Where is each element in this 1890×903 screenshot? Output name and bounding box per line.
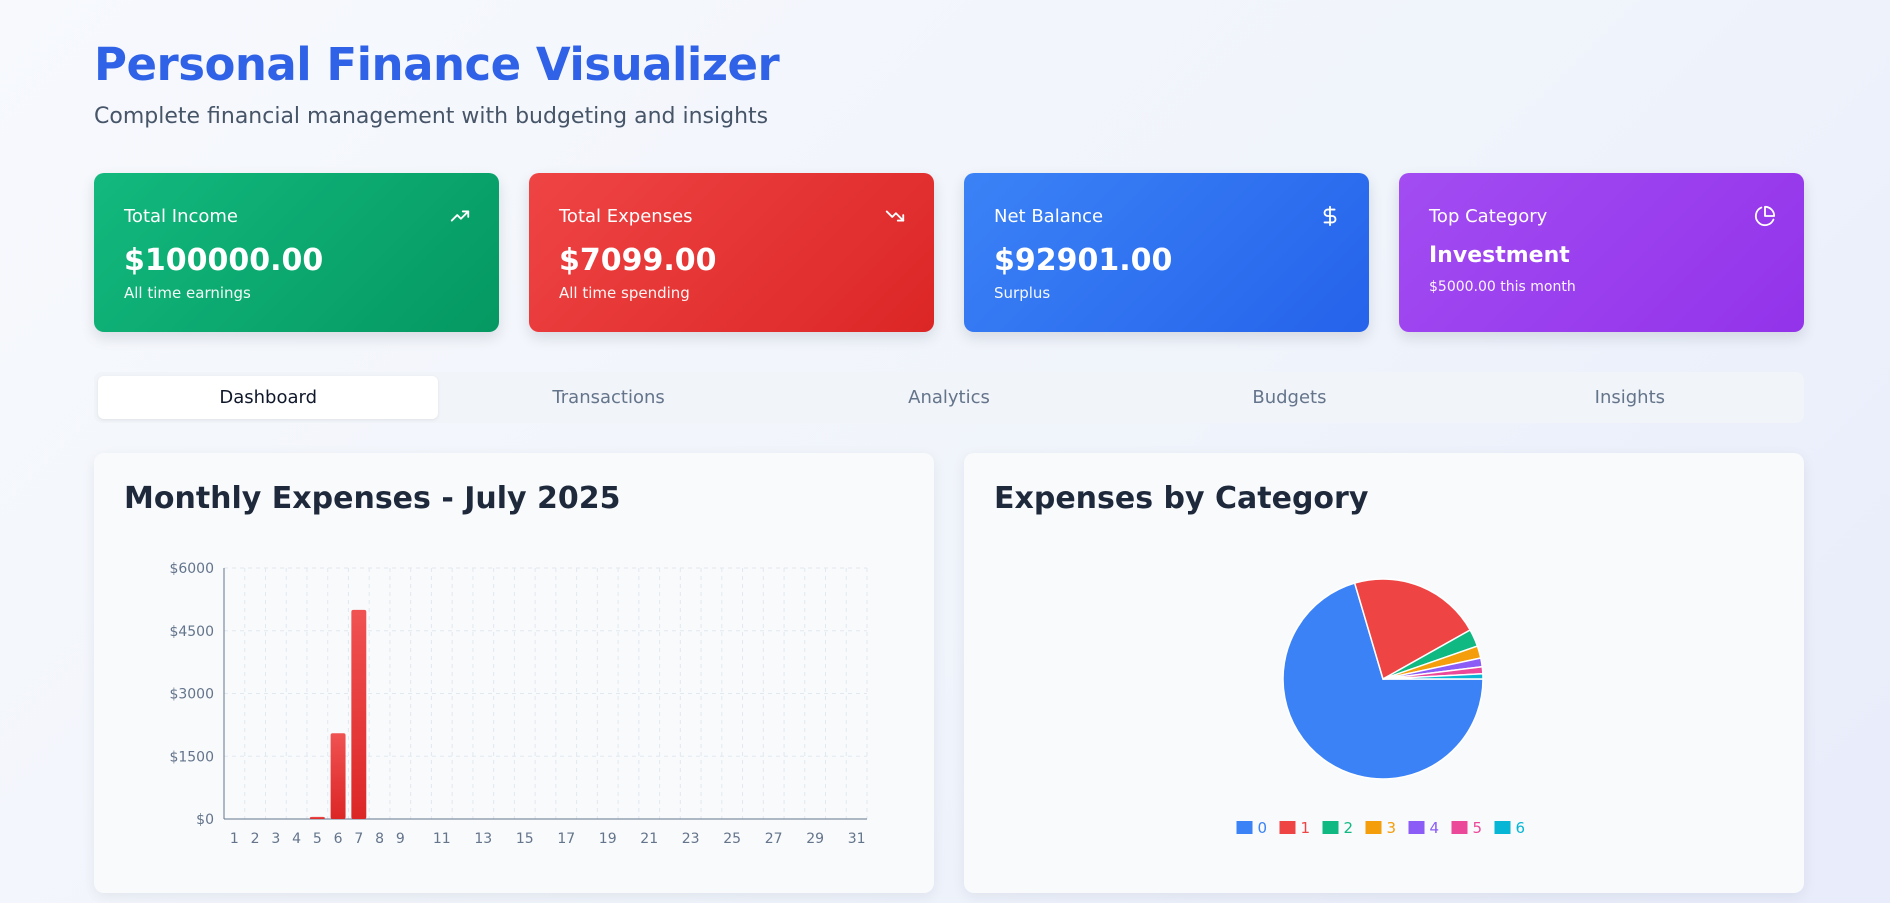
legend-swatch-2: [1322, 821, 1339, 834]
tab-insights[interactable]: Insights: [1460, 376, 1800, 419]
x-tick-label: 2: [251, 831, 260, 847]
category-expenses-chart: 0 1 2 3 4 5 6: [1236, 578, 1526, 837]
pie-chart-icon: [1754, 205, 1776, 226]
net-balance-card: Net Balance $92901.00 Surplus: [964, 173, 1369, 332]
legend-label-4: 4: [1430, 819, 1440, 837]
legend-swatch-6: [1494, 821, 1511, 834]
monthly-expenses-chart: $0$1500$3000$4500$60001 2 3 4 5 6 7 8 9 11 13 15 17 1…: [169, 561, 868, 847]
stats-row: Total Income $100000.00 All time earning…: [94, 173, 1804, 332]
x-tick-label: 1: [230, 831, 239, 847]
x-tick-label: 6: [334, 831, 343, 847]
trending-up-icon: [450, 210, 470, 222]
x-tick-label: 7: [354, 831, 363, 847]
bar-day-6: [330, 733, 346, 819]
x-tick-label: 13: [474, 831, 492, 847]
legend-swatch-0: [1236, 821, 1253, 834]
trending-down-icon: [885, 210, 905, 222]
legend-swatch-1: [1279, 821, 1296, 834]
top-category-card: Top Category Investment $5000.00 this mo…: [1399, 173, 1804, 332]
legend-label-2: 2: [1344, 819, 1354, 837]
dollar-icon: [1323, 205, 1337, 227]
tab-analytics[interactable]: Analytics: [779, 376, 1119, 419]
legend-label-3: 3: [1387, 819, 1397, 837]
x-tick-label: 21: [640, 831, 658, 847]
y-tick-label: $3000: [169, 687, 214, 703]
category-expenses-panel: Expenses by Category 0123456: [964, 453, 1804, 893]
x-tick-label: 9: [396, 831, 405, 847]
net-balance-label: Net Balance: [994, 206, 1104, 227]
tab-dashboard[interactable]: Dashboard: [98, 376, 439, 419]
y-tick-label: $6000: [169, 561, 214, 577]
x-tick-label: 4: [292, 831, 301, 847]
legend-swatch-5: [1451, 821, 1468, 834]
total-expenses-value: $7099.00: [559, 243, 717, 278]
legend-label-1: 1: [1301, 819, 1311, 837]
net-balance-value: $92901.00: [994, 243, 1173, 278]
tab-bar: Dashboard Transactions Analytics Budgets…: [94, 372, 1804, 423]
monthly-expenses-panel: Monthly Expenses - July 2025 $0 $1500 $300…: [94, 453, 934, 893]
x-tick-label: 17: [557, 831, 575, 847]
x-tick-label: 27: [765, 831, 783, 847]
legend-label-0: 0: [1258, 819, 1268, 837]
top-category-value: Investment: [1429, 243, 1570, 268]
x-tick-label: 15: [516, 831, 534, 847]
page-subtitle: Complete financial management with budge…: [94, 104, 769, 129]
x-tick-label: 19: [599, 831, 617, 847]
y-tick-label: $1500: [169, 749, 214, 765]
bar-day-7: [351, 609, 367, 819]
tab-transactions[interactable]: Transactions: [438, 376, 778, 419]
net-balance-note: Surplus: [994, 284, 1051, 302]
total-income-label: Total Income: [124, 206, 238, 227]
total-income-card: Total Income $100000.00 All time earning…: [94, 173, 499, 332]
total-expenses-card: Total Expenses $7099.00 All time spendin…: [529, 173, 934, 332]
x-tick-label: 23: [682, 831, 700, 847]
total-expenses-label: Total Expenses: [559, 206, 693, 227]
total-expenses-note: All time spending: [559, 284, 690, 302]
legend-swatch-4: [1408, 821, 1425, 834]
top-category-note: $5000.00 this month: [1429, 279, 1576, 295]
page-title: Personal Finance Visualizer: [94, 38, 780, 91]
top-category-label: Top Category: [1429, 206, 1548, 227]
x-tick-label: 31: [848, 831, 866, 847]
total-income-note: All time earnings: [124, 284, 251, 302]
bar-day-5: [309, 816, 325, 819]
x-tick-label: 11: [433, 831, 451, 847]
x-tick-label: 29: [806, 831, 824, 847]
y-tick-label: $0: [196, 812, 214, 828]
y-tick-label: $4500: [169, 624, 214, 640]
x-tick-label: 25: [723, 831, 741, 847]
total-income-value: $100000.00: [124, 243, 324, 278]
tab-budgets[interactable]: Budgets: [1119, 376, 1459, 419]
legend-label-5: 5: [1473, 819, 1483, 837]
x-tick-label: 5: [313, 831, 322, 847]
x-tick-label: 3: [271, 831, 280, 847]
legend-swatch-3: [1365, 821, 1382, 834]
legend-label-6: 6: [1516, 819, 1526, 837]
x-tick-label: 8: [375, 831, 384, 847]
